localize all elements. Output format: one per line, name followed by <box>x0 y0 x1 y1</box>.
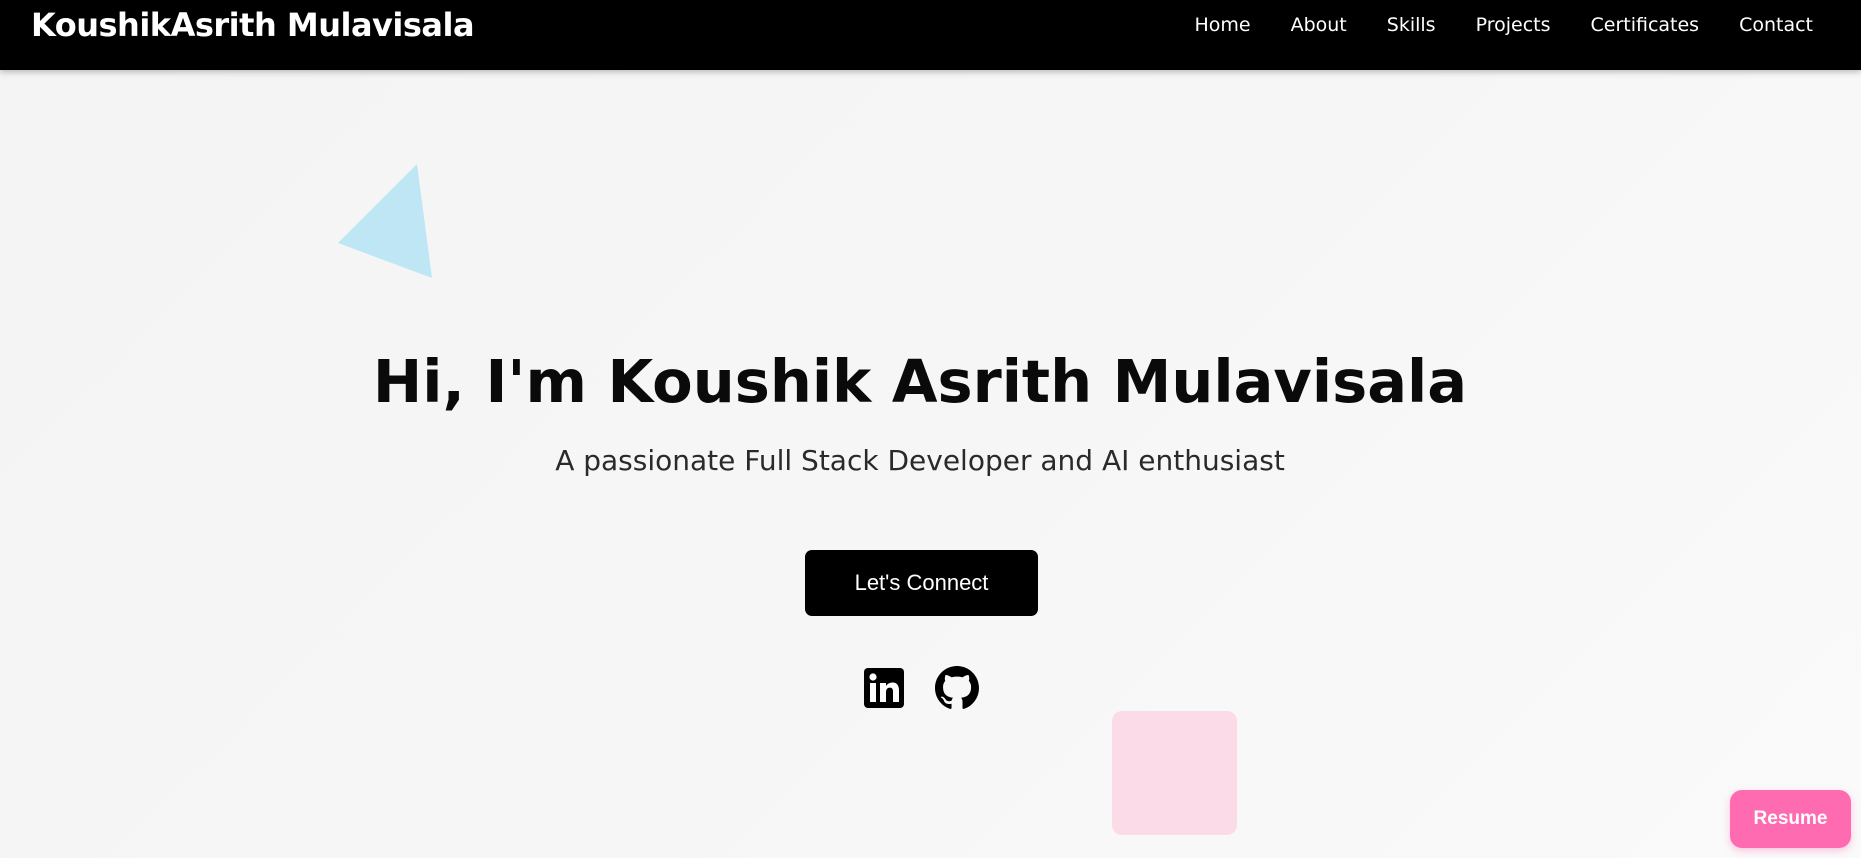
linkedin-link[interactable] <box>862 666 906 710</box>
site-brand[interactable]: KoushikAsrith Mulavisala <box>31 5 475 45</box>
linkedin-icon <box>864 668 904 708</box>
decorative-triangle <box>338 164 432 278</box>
github-link[interactable] <box>935 666 979 710</box>
hero-title: Hi, I'm Koushik Asrith Mulavisala <box>372 347 1468 416</box>
nav-links: Home About Skills Projects Certificates … <box>1194 12 1813 38</box>
nav-link-skills[interactable]: Skills <box>1387 12 1436 38</box>
decorative-pink-square <box>1112 711 1237 835</box>
hero-subtitle: A passionate Full Stack Developer and AI… <box>555 444 1285 477</box>
navbar: KoushikAsrith Mulavisala Home About Skil… <box>0 0 1861 70</box>
nav-link-certificates[interactable]: Certificates <box>1590 12 1699 38</box>
resume-button[interactable]: Resume <box>1730 790 1851 848</box>
nav-link-about[interactable]: About <box>1291 12 1347 38</box>
github-icon <box>935 666 979 709</box>
nav-link-contact[interactable]: Contact <box>1739 12 1813 38</box>
nav-link-projects[interactable]: Projects <box>1476 12 1551 38</box>
nav-link-home[interactable]: Home <box>1194 12 1250 38</box>
lets-connect-button[interactable]: Let's Connect <box>805 550 1038 616</box>
